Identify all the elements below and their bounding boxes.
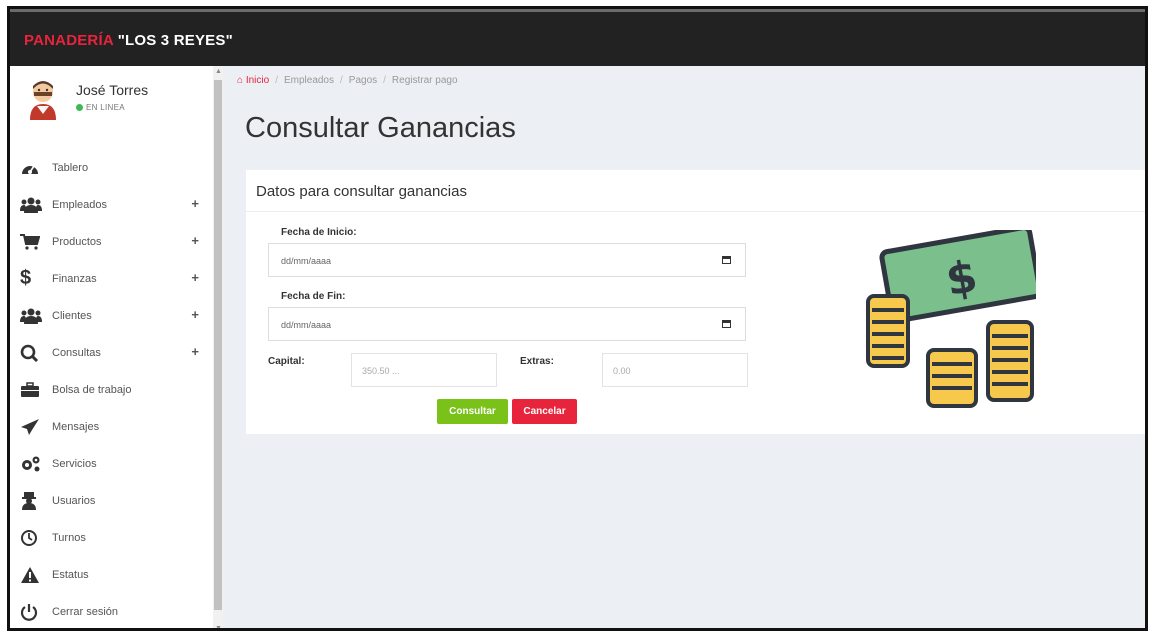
user-status: EN LINEA: [76, 103, 125, 112]
breadcrumb-item[interactable]: Empleados: [284, 75, 334, 86]
brand-name: PANADERÍA: [24, 32, 114, 49]
sidebar-item-label: Clientes: [52, 309, 92, 322]
expand-plus-icon[interactable]: +: [191, 307, 199, 322]
fecha-fin-input[interactable]: dd/mm/aaaa: [268, 307, 746, 341]
page-title: Consultar Ganancias: [245, 112, 516, 144]
sidebar-item-label: Empleados: [52, 198, 108, 211]
dollar-icon: $: [20, 267, 32, 289]
paper-plane-icon: [20, 417, 52, 437]
sidebar-item-label: Servicios: [52, 457, 97, 470]
breadcrumb-home[interactable]: ⌂ Inicio: [237, 75, 269, 86]
fecha-inicio-input[interactable]: dd/mm/aaaa: [268, 243, 746, 277]
sidebar-item-label: Cerrar sesión: [52, 605, 119, 618]
sidebar-item-usuarios[interactable]: Usuarios: [10, 482, 213, 519]
power-icon: [20, 602, 52, 622]
scroll-down-icon[interactable]: ▼: [215, 625, 222, 628]
user-name: José Torres: [76, 82, 149, 98]
fecha-inicio-label: Fecha de Inicio:: [281, 227, 357, 238]
sidebar-item-estatus[interactable]: Estatus: [10, 556, 213, 593]
cart-icon: [20, 232, 52, 252]
sidebar-item-label: Finanzas: [52, 272, 97, 285]
users-icon: [20, 195, 52, 215]
sidebar-item-label: Productos: [52, 235, 102, 248]
search-icon: [20, 343, 52, 363]
capital-input[interactable]: 350.50 ...: [351, 353, 497, 387]
scroll-up-icon[interactable]: ▲: [215, 68, 222, 75]
consultar-button[interactable]: Consultar: [437, 399, 508, 424]
gears-icon: [20, 454, 52, 474]
fecha-fin-value: dd/mm/aaaa: [281, 320, 332, 330]
sidebar-item-cerrar-sesion[interactable]: Cerrar sesión: [10, 593, 213, 628]
clock-icon: [20, 528, 52, 548]
sidebar-item-label: Mensajes: [52, 420, 100, 433]
calendar-icon[interactable]: [722, 320, 731, 328]
sidebar-item-turnos[interactable]: Turnos: [10, 519, 213, 556]
sidebar-item-consultas[interactable]: Consultas +: [10, 334, 213, 371]
sidebar-item-servicios[interactable]: Servicios: [10, 445, 213, 482]
sidebar-item-label: Consultas: [52, 346, 101, 359]
sidebar-item-empleados[interactable]: Empleados +: [10, 186, 213, 223]
sidebar-item-bolsa-de-trabajo[interactable]: Bolsa de trabajo: [10, 371, 213, 408]
breadcrumb-item: Registrar pago: [391, 75, 458, 86]
breadcrumb-item[interactable]: Pagos: [349, 75, 377, 86]
sidebar-scrollbar[interactable]: ▲ ▼: [213, 66, 223, 628]
card-header: Datos para consultar ganancias: [246, 170, 1145, 212]
main-content: ⌂ Inicio / Empleados / Pagos / Registrar pago …: [223, 66, 1145, 628]
top-navbar: PANADERÍA "LOS 3 REYES": [10, 9, 1145, 66]
sidebar-item-mensajes[interactable]: Mensajes: [10, 408, 213, 445]
calendar-icon[interactable]: [722, 256, 731, 264]
sidebar-menu: Tablero Empleados + Productos + $ Finanz…: [10, 149, 213, 628]
expand-plus-icon[interactable]: +: [191, 196, 199, 211]
query-form-card: Datos para consultar ganancias Fecha de …: [246, 170, 1145, 434]
brand-logo[interactable]: PANADERÍA "LOS 3 REYES": [24, 32, 233, 49]
briefcase-icon: [20, 380, 52, 400]
extras-input[interactable]: 0.00: [602, 353, 748, 387]
dashboard-icon: [20, 158, 52, 178]
money-coins-icon: $: [866, 230, 1036, 408]
app-window: PANADERÍA "LOS 3 REYES" José Torres EN L…: [7, 6, 1148, 631]
extras-label: Extras:: [520, 356, 554, 367]
online-dot-icon: [76, 104, 83, 111]
sidebar-item-label: Turnos: [52, 531, 86, 544]
users-icon: [20, 306, 52, 326]
scrollbar-thumb[interactable]: [214, 80, 222, 610]
sidebar-item-tablero[interactable]: Tablero: [10, 149, 213, 186]
expand-plus-icon[interactable]: +: [191, 233, 199, 248]
extras-placeholder: 0.00: [613, 366, 631, 376]
sidebar-item-label: Estatus: [52, 568, 89, 581]
sidebar-item-clientes[interactable]: Clientes +: [10, 297, 213, 334]
sidebar-item-label: Usuarios: [52, 494, 96, 507]
sidebar-item-productos[interactable]: Productos +: [10, 223, 213, 260]
user-secret-icon: [20, 491, 52, 511]
cancelar-button[interactable]: Cancelar: [512, 399, 577, 424]
card-title: Datos para consultar ganancias: [256, 183, 467, 200]
sidebar-item-label: Tablero: [52, 161, 89, 174]
warning-icon: [20, 565, 52, 585]
capital-label: Capital:: [268, 356, 305, 367]
expand-plus-icon[interactable]: +: [191, 344, 199, 359]
expand-plus-icon[interactable]: +: [191, 270, 199, 285]
sidebar-item-label: Bolsa de trabajo: [52, 383, 132, 396]
user-panel: José Torres EN LINEA: [10, 66, 213, 130]
home-icon: ⌂: [237, 75, 244, 86]
capital-placeholder: 350.50 ...: [362, 366, 400, 376]
sidebar: José Torres EN LINEA Tablero Empleados +…: [10, 66, 213, 628]
fecha-inicio-value: dd/mm/aaaa: [281, 256, 332, 266]
sidebar-item-finanzas[interactable]: $ Finanzas +: [10, 260, 213, 297]
fecha-fin-label: Fecha de Fin:: [281, 291, 346, 302]
user-status-text: EN LINEA: [86, 103, 125, 112]
breadcrumb: ⌂ Inicio / Empleados / Pagos / Registrar pago: [237, 75, 458, 86]
brand-subtitle: "LOS 3 REYES": [117, 32, 233, 49]
avatar: [30, 81, 56, 120]
